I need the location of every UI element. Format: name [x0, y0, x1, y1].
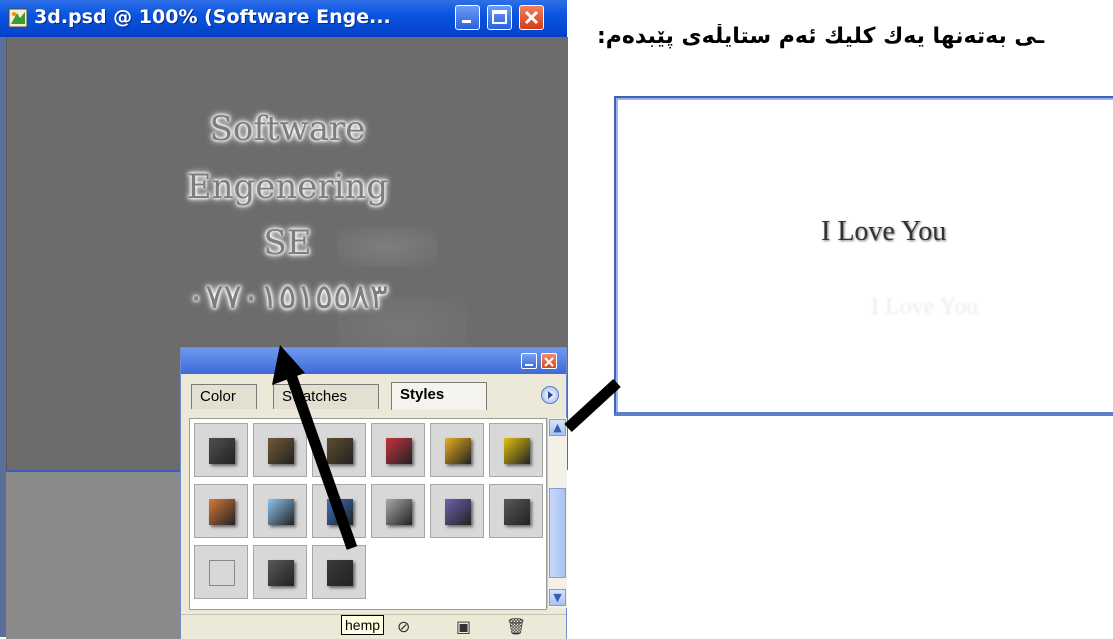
- connector-line: [564, 378, 621, 433]
- annotation-arrows: [272, 345, 621, 550]
- pointer-arrow: [272, 345, 358, 550]
